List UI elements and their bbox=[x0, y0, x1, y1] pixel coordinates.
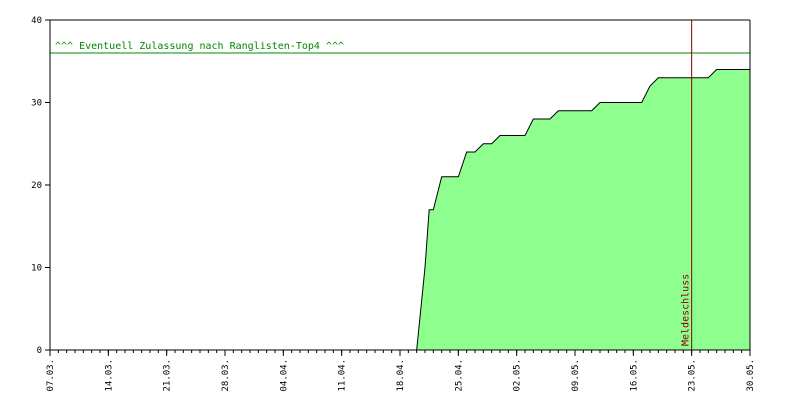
vertical-marker-label: Meldeschluss bbox=[681, 274, 692, 346]
x-tick-label: 18.04. bbox=[396, 359, 406, 392]
x-tick-label: 28.03. bbox=[221, 359, 231, 392]
y-tick-label: 20 bbox=[31, 181, 42, 191]
x-tick-label: 30.05. bbox=[746, 359, 756, 392]
y-tick-label: 30 bbox=[31, 99, 42, 109]
y-tick-label: 40 bbox=[31, 16, 42, 26]
y-tick-label: 0 bbox=[37, 346, 42, 356]
x-tick-label: 23.05. bbox=[688, 359, 698, 392]
x-tick-label: 14.03. bbox=[104, 359, 114, 392]
reference-line-label: ^^^ Eventuell Zulassung nach Ranglisten-… bbox=[55, 41, 344, 52]
x-tick-label: 11.04. bbox=[338, 359, 348, 392]
x-tick-label: 16.05. bbox=[629, 359, 639, 392]
x-tick-label: 04.04. bbox=[279, 359, 289, 392]
x-axis: 07.03. 14.03. 21.03. 28.03. 04.04. 11.04. 18.0… bbox=[46, 350, 756, 392]
x-tick-label: 25.04. bbox=[454, 359, 464, 392]
x-tick-label: 21.03. bbox=[163, 359, 173, 392]
chart: 07.03. 14.03. 21.03. 28.03. 04.04. 11.04. 18.0… bbox=[31, 16, 756, 392]
x-tick-label: 02.05. bbox=[513, 359, 523, 392]
x-tick-label: 07.03. bbox=[46, 359, 56, 392]
x-tick-label: 09.05. bbox=[571, 359, 581, 392]
y-axis: 0 10 20 30 40 bbox=[31, 16, 50, 356]
y-tick-label: 10 bbox=[31, 264, 42, 274]
